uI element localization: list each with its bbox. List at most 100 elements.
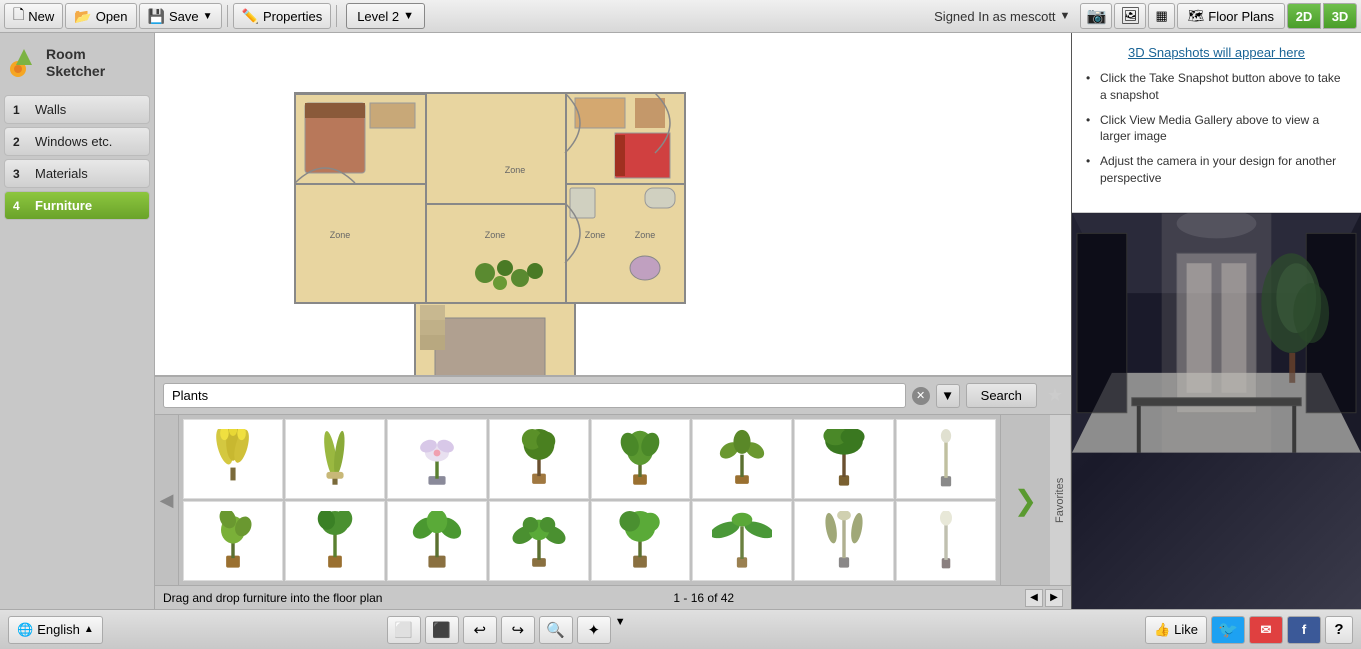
- count-text: 1 - 16 of 42: [673, 591, 734, 605]
- undo-button[interactable]: ↩: [463, 616, 497, 644]
- furniture-item-5[interactable]: [591, 419, 691, 499]
- furniture-grid: [179, 415, 1000, 585]
- open-button[interactable]: 📂 Open: [65, 3, 136, 29]
- sidebar-num-4: 4: [13, 199, 27, 213]
- view-3d-button[interactable]: 3D: [1323, 3, 1357, 29]
- 3d-label: 3D: [1332, 9, 1349, 24]
- svg-text:Zone: Zone: [585, 230, 606, 240]
- furniture-status-bar: Drag and drop furniture into the floor p…: [155, 585, 1071, 609]
- thumbs-up-icon: 👍: [1154, 622, 1170, 638]
- help-button[interactable]: ?: [1325, 616, 1353, 644]
- sidebar-num-3: 3: [13, 167, 27, 181]
- floor-plans-icon: 🗺: [1188, 8, 1205, 24]
- save-label: Save: [169, 9, 199, 24]
- sidebar-label-windows: Windows etc.: [35, 134, 112, 149]
- nav-arrow-right[interactable]: ❯: [1000, 415, 1050, 585]
- save-button[interactable]: 💾 Save ▼: [139, 3, 222, 29]
- furniture-item-6[interactable]: [692, 419, 792, 499]
- properties-button[interactable]: ✏️ Properties: [233, 3, 332, 29]
- left-sidebar: Room Sketcher 1 Walls 2 Windows etc. 3 M…: [0, 33, 155, 609]
- furniture-search-bar: ✕ ▼ Search ★: [155, 377, 1071, 415]
- favorites-star-icon[interactable]: ★: [1047, 385, 1063, 406]
- level-dropdown-arrow: ▼: [403, 10, 414, 22]
- camera-button[interactable]: 📷: [1080, 3, 1112, 29]
- furniture-item-14[interactable]: [692, 501, 792, 581]
- signed-in-label: Signed In as mescott: [934, 9, 1055, 24]
- new-button[interactable]: 🗋 New: [4, 3, 63, 29]
- furniture-item-16[interactable]: [896, 501, 996, 581]
- search-clear-button[interactable]: ✕: [912, 387, 930, 405]
- status-nav-right[interactable]: ▶: [1045, 589, 1063, 607]
- gallery-button[interactable]: 🖼: [1114, 3, 1146, 29]
- furniture-grid-wrapper: ◀: [155, 415, 1071, 585]
- status-nav-left[interactable]: ◀: [1025, 589, 1043, 607]
- search-button[interactable]: Search: [966, 383, 1037, 408]
- sidebar-item-windows[interactable]: 2 Windows etc.: [4, 127, 150, 156]
- floor-plans-button[interactable]: 🗺 Floor Plans: [1177, 3, 1285, 29]
- logo-text: Room Sketcher: [46, 46, 105, 80]
- snapshot-title[interactable]: 3D Snapshots will appear here: [1086, 45, 1347, 60]
- zoom-button[interactable]: 🔍: [539, 616, 573, 644]
- furniture-item-9[interactable]: [183, 501, 283, 581]
- logo-icon: [8, 41, 40, 84]
- snapshot-bullet-3: Adjust the camera in your design for ano…: [1086, 153, 1347, 187]
- language-button[interactable]: 🌐 English ▲: [8, 616, 103, 644]
- furniture-item-11[interactable]: [387, 501, 487, 581]
- status-text: Drag and drop furniture into the floor p…: [163, 591, 382, 605]
- scene-placeholder: [1072, 213, 1361, 609]
- like-button[interactable]: 👍 Like: [1145, 616, 1207, 644]
- favorites-sidebar[interactable]: Favorites: [1050, 415, 1071, 585]
- media-button[interactable]: ▦: [1148, 3, 1174, 29]
- properties-label: Properties: [263, 9, 322, 24]
- snapshot-bullet-1: Click the Take Snapshot button above to …: [1086, 70, 1347, 104]
- snapshot-image: [1072, 213, 1361, 609]
- logo-line1: Room: [46, 46, 105, 63]
- twitter-button[interactable]: 🐦: [1211, 616, 1245, 644]
- furniture-item-12[interactable]: [489, 501, 589, 581]
- gallery-icon: 🖼: [1120, 6, 1140, 26]
- bottom-center-tools: ⬜ ⬛ ↩ ↪ 🔍 ✦ ▼: [387, 616, 626, 644]
- furniture-item-13[interactable]: [591, 501, 691, 581]
- furniture-item-3[interactable]: [387, 419, 487, 499]
- lang-arrow: ▲: [84, 624, 94, 635]
- svg-text:Zone: Zone: [485, 230, 506, 240]
- tool-dropdown-arrow[interactable]: ▼: [615, 616, 626, 644]
- furniture-item-4[interactable]: [489, 419, 589, 499]
- furniture-item-2[interactable]: [285, 419, 385, 499]
- sidebar-item-walls[interactable]: 1 Walls: [4, 95, 150, 124]
- furniture-item-7[interactable]: [794, 419, 894, 499]
- sidebar-num-2: 2: [13, 135, 27, 149]
- divider-2: [336, 5, 337, 27]
- view-2d-button[interactable]: 2D: [1287, 3, 1321, 29]
- furniture-item-10[interactable]: [285, 501, 385, 581]
- email-button[interactable]: ✉: [1249, 616, 1283, 644]
- signed-in-arrow: ▼: [1060, 10, 1071, 22]
- search-input[interactable]: [163, 383, 906, 408]
- floor-plans-label: Floor Plans: [1208, 9, 1274, 24]
- sidebar-label-materials: Materials: [35, 166, 88, 181]
- facebook-button[interactable]: f: [1287, 616, 1321, 644]
- paste-tool-button[interactable]: ⬛: [425, 616, 459, 644]
- status-navigation: ◀ ▶: [1025, 589, 1063, 607]
- copy-tool-button[interactable]: ⬜: [387, 616, 421, 644]
- snapshot-bullet-2: Click View Media Gallery above to view a…: [1086, 112, 1347, 146]
- like-label: Like: [1174, 622, 1198, 637]
- search-dropdown-button[interactable]: ▼: [936, 384, 960, 408]
- redo-button[interactable]: ↪: [501, 616, 535, 644]
- furniture-item-1[interactable]: [183, 419, 283, 499]
- top-toolbar: 🗋 New 📂 Open 💾 Save ▼ ✏️ Properties Leve…: [0, 0, 1361, 33]
- furniture-item-15[interactable]: [794, 501, 894, 581]
- language-label: English: [37, 622, 80, 637]
- star-tool-button[interactable]: ✦: [577, 616, 611, 644]
- nav-arrow-left[interactable]: ◀: [155, 415, 179, 585]
- sidebar-label-walls: Walls: [35, 102, 66, 117]
- open-icon: 📂: [74, 8, 91, 25]
- level-label: Level 2: [357, 9, 399, 24]
- right-toolbar-buttons: 📷 🖼 ▦ 🗺 Floor Plans 2D 3D: [1080, 3, 1357, 29]
- sidebar-item-furniture[interactable]: 4 Furniture: [4, 191, 150, 220]
- camera-icon: 📷: [1086, 6, 1106, 26]
- furniture-item-8[interactable]: [896, 419, 996, 499]
- sidebar-item-materials[interactable]: 3 Materials: [4, 159, 150, 188]
- snapshot-bullets: Click the Take Snapshot button above to …: [1086, 70, 1347, 187]
- level-button[interactable]: Level 2 ▼: [346, 3, 425, 29]
